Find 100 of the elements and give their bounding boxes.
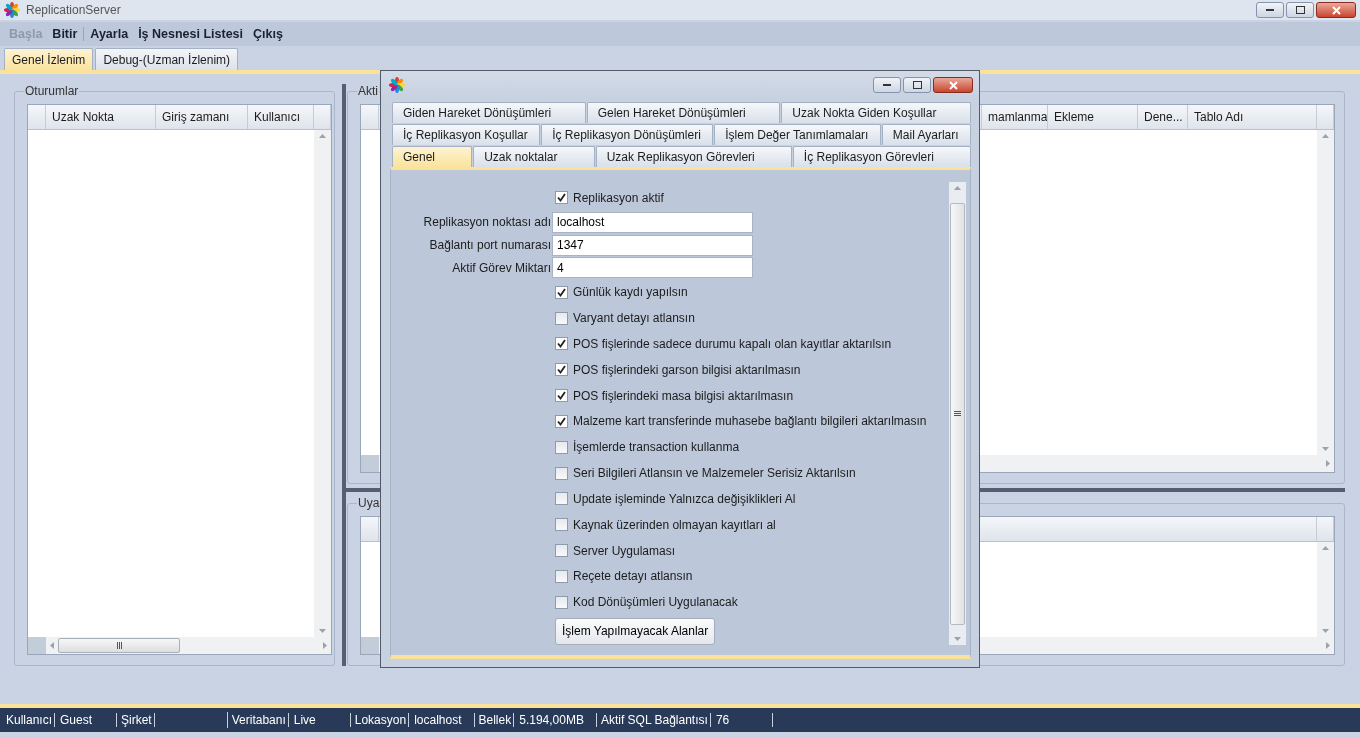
horizontal-scrollbar[interactable] — [46, 637, 331, 654]
menu-item[interactable]: Ayarla — [85, 25, 134, 43]
vertical-scrollbar[interactable] — [949, 182, 966, 645]
status-label: Şirket — [121, 713, 155, 727]
vertical-scrollbar[interactable] — [1317, 130, 1334, 455]
close-button[interactable] — [933, 77, 973, 93]
minimize-button[interactable] — [1256, 2, 1284, 18]
scroll-down-arrow-icon[interactable] — [954, 637, 961, 641]
maximize-button[interactable] — [1286, 2, 1314, 18]
menu-item[interactable]: Bitir — [47, 25, 83, 43]
close-icon — [1331, 5, 1341, 15]
checkbox[interactable] — [555, 285, 568, 299]
column-header[interactable]: Dene... — [1138, 105, 1188, 129]
vertical-scrollbar[interactable] — [1317, 542, 1334, 637]
status-value: Guest — [55, 713, 118, 727]
tab[interactable]: Genel İzlenim — [4, 48, 94, 70]
scroll-up-arrow-icon[interactable] — [954, 186, 961, 190]
tab[interactable]: Genel — [392, 146, 473, 167]
checkbox[interactable] — [555, 440, 568, 454]
close-icon — [948, 80, 958, 90]
minimize-icon — [1266, 9, 1274, 11]
checkbox[interactable] — [555, 569, 568, 583]
tab[interactable]: Uzak Nokta Giden Koşullar — [781, 102, 971, 123]
column-header[interactable]: Uzak Nokta — [46, 105, 156, 129]
checkbox[interactable] — [555, 363, 568, 377]
checkbox-label: Varyant detayı atlansın — [573, 311, 695, 326]
tab[interactable]: Mail Ayarları — [881, 124, 971, 145]
grip-icon — [954, 411, 961, 416]
tab[interactable]: Debug-(Uzman İzlenim) — [95, 48, 239, 70]
tab[interactable]: İç Replikasyon Koşullar — [392, 124, 541, 145]
check-icon — [557, 339, 566, 349]
field-label: Bağlantı port numarası — [428, 238, 551, 253]
flower-logo-icon — [4, 2, 20, 18]
scroll-down-arrow-icon[interactable] — [319, 629, 326, 633]
checkbox[interactable] — [555, 414, 568, 428]
tab[interactable]: Uzak noktalar — [473, 146, 595, 167]
column-header[interactable]: mamlanma — [982, 105, 1048, 129]
checkbox[interactable] — [555, 492, 568, 506]
close-button[interactable] — [1316, 2, 1356, 18]
checkbox[interactable] — [555, 595, 568, 609]
checkbox[interactable] — [555, 337, 568, 351]
column-header[interactable]: Ekleme — [1048, 105, 1138, 129]
checkbox-label: Replikasyon aktif — [573, 190, 664, 205]
window-title: ReplicationServer — [26, 3, 121, 17]
maximize-icon — [912, 81, 922, 89]
flower-logo-icon — [389, 77, 405, 93]
grip-icon — [116, 642, 122, 649]
column-header[interactable]: Kullanıcı — [248, 105, 314, 129]
tab[interactable]: İç Replikasyon Dönüşümleri — [541, 124, 714, 145]
vertical-scrollbar[interactable] — [314, 130, 331, 637]
group-title: Oturumlar — [24, 85, 80, 98]
checkbox[interactable] — [555, 544, 568, 558]
checkbox[interactable] — [555, 191, 568, 205]
minimize-button[interactable] — [873, 77, 901, 93]
checkbox-label: Reçete detayı atlansın — [573, 569, 693, 584]
input-field[interactable]: localhost — [552, 211, 753, 233]
tab[interactable]: Uzak Replikasyon Görevleri — [595, 146, 792, 167]
status-label: Aktif SQL Bağlantısı — [600, 713, 711, 727]
tab[interactable]: Giden Hareket Dönüşümleri — [392, 102, 586, 123]
status-value: localhost — [409, 713, 475, 727]
tab[interactable]: İç Replikasyon Görevleri — [792, 146, 972, 167]
checkbox-label: POS fişlerindeki garson bilgisi aktarılmasın — [573, 362, 801, 377]
input-field[interactable]: 1347 — [552, 234, 753, 256]
scroll-right-arrow-icon[interactable] — [323, 642, 327, 649]
checkbox[interactable] — [555, 389, 568, 403]
check-icon — [557, 287, 566, 297]
menu-item[interactable]: İş Nesnesi Listesi — [133, 25, 249, 43]
input-field[interactable]: 4 — [552, 257, 753, 279]
checkbox[interactable] — [555, 518, 568, 532]
checkbox-label: Server Uygulaması — [573, 543, 676, 558]
scroll-up-arrow-icon[interactable] — [319, 134, 326, 138]
column-header[interactable]: Tablo Adı — [1188, 105, 1317, 129]
scroll-right-arrow-icon[interactable] — [1326, 642, 1330, 649]
tab[interactable]: İşlem Değer Tanımlamaları — [714, 124, 881, 145]
scroll-up-arrow-icon[interactable] — [1322, 546, 1329, 550]
field-label: Aktif Görev Miktarı — [451, 260, 551, 275]
status-label: Lokasyon — [354, 713, 410, 727]
column-header[interactable]: Giriş zamanı — [156, 105, 248, 129]
menu-item[interactable]: Çıkış — [248, 25, 288, 43]
status-value: Live — [288, 713, 351, 727]
status-value: 76 — [710, 713, 773, 727]
fields-button[interactable]: İşlem Yapılmayacak Alanlar — [555, 617, 716, 645]
checkbox[interactable] — [555, 466, 568, 480]
checkbox-label: POS fişlerinde sadece durumu kapalı olan kayıtlar aktarılsın — [573, 336, 892, 351]
checkbox-label: İşemlerde transaction kullanma — [573, 440, 740, 455]
scroll-up-arrow-icon[interactable] — [1322, 134, 1329, 138]
scroll-down-arrow-icon[interactable] — [1322, 447, 1329, 451]
checkbox-label: Günlük kaydı yapılsın — [573, 285, 688, 300]
checkbox[interactable] — [555, 311, 568, 325]
scroll-down-arrow-icon[interactable] — [1322, 629, 1329, 633]
scrollbar-corner — [28, 637, 46, 654]
checkbox-label: Kod Dönüşümleri Uygulanacak — [573, 595, 738, 610]
tab[interactable]: Gelen Hareket Dönüşümleri — [586, 102, 781, 123]
scroll-left-arrow-icon[interactable] — [50, 642, 54, 649]
check-icon — [557, 391, 566, 401]
scroll-right-arrow-icon[interactable] — [1326, 460, 1330, 467]
checkbox-label: Malzeme kart transferinde muhasebe bağlantı bilgileri aktarılmasın — [573, 414, 927, 429]
checkbox-label: Update işleminde Yalnızca değişiklikleri Al — [573, 491, 796, 506]
maximize-button[interactable] — [903, 77, 931, 93]
checkbox-label: POS fişlerindeki masa bilgisi aktarılmasın — [573, 388, 794, 403]
